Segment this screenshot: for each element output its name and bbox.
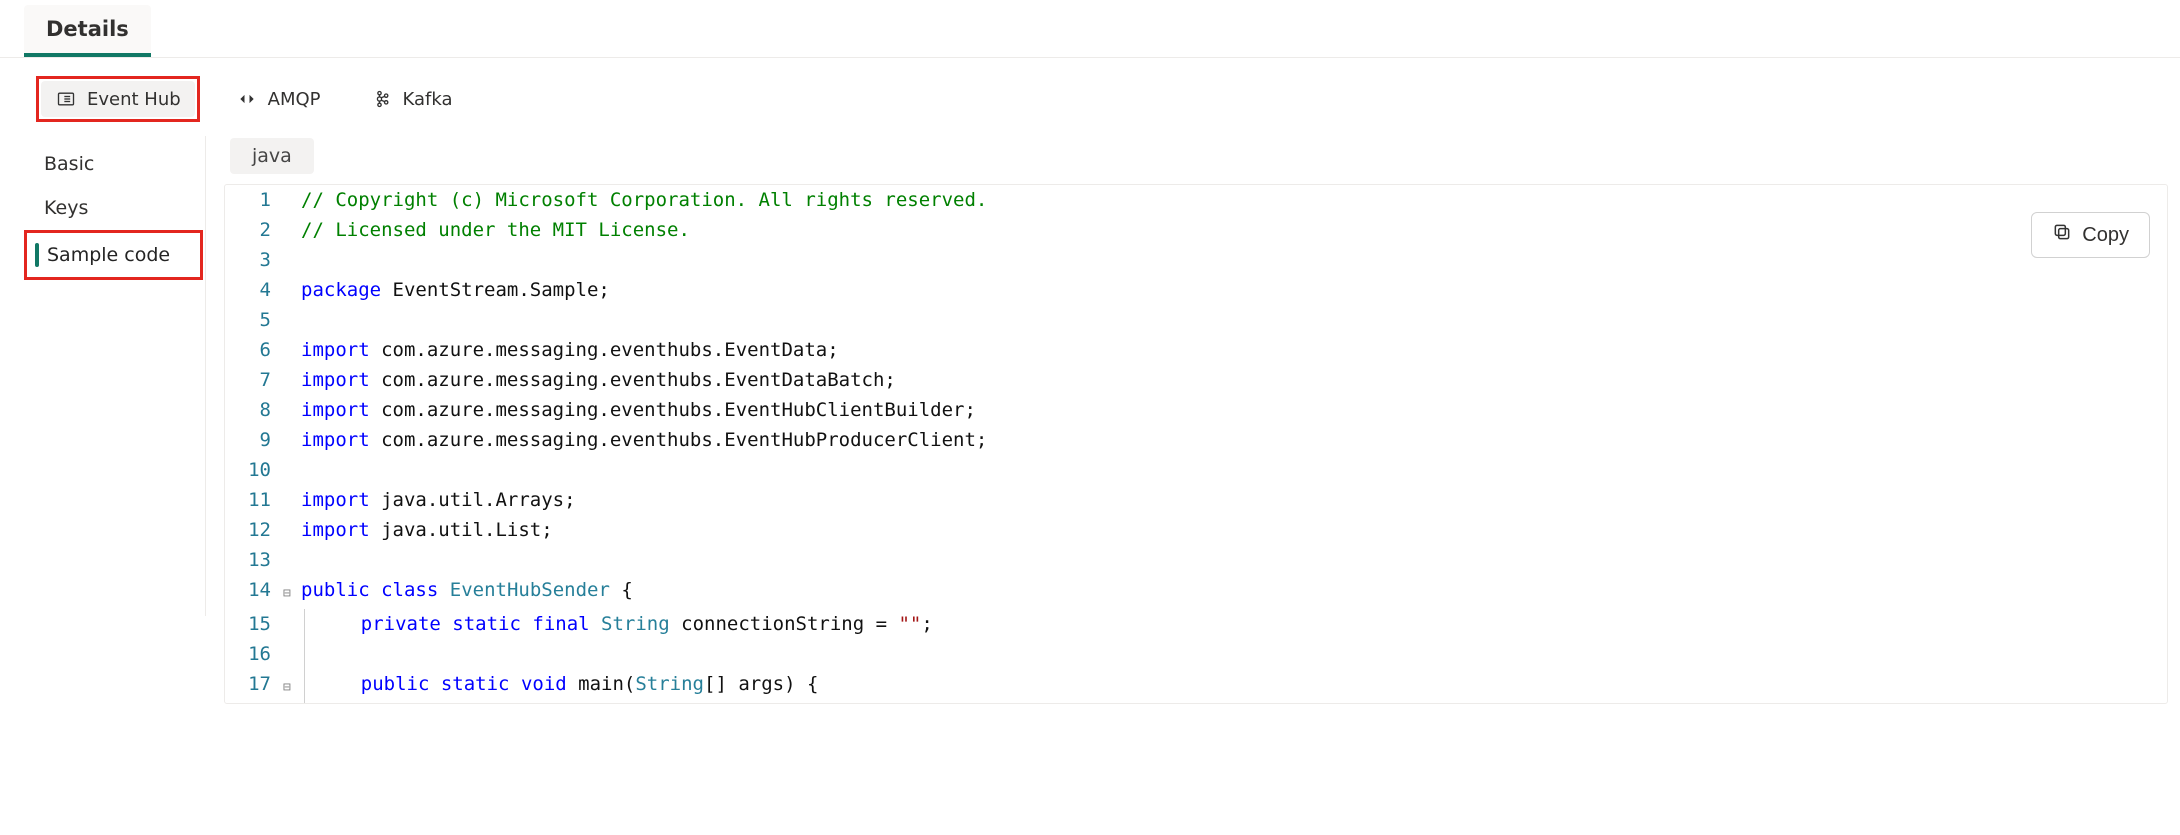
fold-toggle [283,335,301,365]
code-line: 6 import com.azure.messaging.eventhubs.Ev… [225,335,2167,365]
code-editor[interactable]: 1 // Copyright (c) Microsoft Corporation.… [224,184,2168,704]
fold-toggle[interactable]: ⊟ [283,575,301,609]
code-source [301,545,2167,575]
fold-toggle [283,395,301,425]
code-source: package EventStream.Sample; [301,275,2167,305]
sidebar: Basic Keys Sample code [0,136,206,616]
tab-details[interactable]: Details [24,5,151,57]
fold-toggle [283,609,301,639]
line-number: 16 [225,639,283,669]
code-line: 17⊟ public static void main(String[] arg… [225,669,2167,703]
code-line: 10 [225,455,2167,485]
code-source: import com.azure.messaging.eventhubs.Eve… [301,365,2167,395]
code-line: 11 import java.util.Arrays; [225,485,2167,515]
fold-toggle[interactable]: ⊟ [283,669,301,703]
copy-button[interactable]: Copy [2031,212,2150,258]
code-source [301,245,2167,275]
code-source: public static void main(String[] args) { [304,669,2167,703]
code-line: 8 import com.azure.messaging.eventhubs.Ev… [225,395,2167,425]
fold-toggle [283,185,301,215]
code-line: 12 import java.util.List; [225,515,2167,545]
line-number: 13 [225,545,283,575]
code-line: 15 private static final String connectio… [225,609,2167,639]
code-line: 16 [225,639,2167,669]
language-pill[interactable]: java [230,138,314,174]
top-tabbar: Details [0,0,2180,58]
eventhub-icon [55,88,77,110]
fold-toggle [283,305,301,335]
protocol-kafka[interactable]: Kafka [357,81,467,117]
code-line: 14⊟public class EventHubSender { [225,575,2167,609]
fold-toggle [283,365,301,395]
fold-toggle [283,515,301,545]
code-editor-wrap: 1 // Copyright (c) Microsoft Corporation.… [224,184,2168,704]
code-line: 4 package EventStream.Sample; [225,275,2167,305]
code-line: 2 // Licensed under the MIT License. [225,215,2167,245]
line-number: 17 [225,669,283,703]
copy-icon [2052,222,2072,248]
line-number: 14 [225,575,283,609]
protocol-kafka-label: Kafka [403,89,453,110]
code-line: 1 // Copyright (c) Microsoft Corporation.… [225,185,2167,215]
fold-toggle [283,485,301,515]
amqp-icon [236,88,258,110]
line-number: 15 [225,609,283,639]
line-number: 12 [225,515,283,545]
sidebar-item-keys[interactable]: Keys [0,186,205,230]
code-source: private static final String connectionSt… [304,609,2167,639]
code-line: 9 import com.azure.messaging.eventhubs.Ev… [225,425,2167,455]
line-number: 11 [225,485,283,515]
protocol-eventhub-label: Event Hub [87,89,181,110]
code-line: 3 [225,245,2167,275]
code-source: // Licensed under the MIT License. [301,215,2167,245]
highlight-eventhub: Event Hub [36,76,200,122]
protocol-amqp[interactable]: AMQP [222,81,335,117]
fold-toggle [283,545,301,575]
content-body: Basic Keys Sample code java 1 // Copyrigh… [0,136,2180,704]
code-source: import java.util.List; [301,515,2167,545]
sidebar-item-basic[interactable]: Basic [0,142,205,186]
line-number: 2 [225,215,283,245]
code-line: 13 [225,545,2167,575]
protocol-eventhub[interactable]: Event Hub [41,81,195,117]
kafka-icon [371,88,393,110]
fold-toggle [283,455,301,485]
code-source: import com.azure.messaging.eventhubs.Eve… [301,335,2167,365]
fold-toggle [283,215,301,245]
line-number: 4 [225,275,283,305]
code-source [301,455,2167,485]
fold-toggle [283,275,301,305]
sidebar-item-samplecode[interactable]: Sample code [27,233,200,277]
line-number: 8 [225,395,283,425]
fold-toggle [283,639,301,669]
fold-toggle [283,245,301,275]
code-source: public class EventHubSender { [301,575,2167,609]
main-area: java 1 // Copyright (c) Microsoft Corpora… [206,136,2180,704]
line-number: 6 [225,335,283,365]
highlight-samplecode: Sample code [24,230,203,280]
code-line: 7 import com.azure.messaging.eventhubs.Ev… [225,365,2167,395]
code-line: 5 [225,305,2167,335]
line-number: 10 [225,455,283,485]
line-number: 9 [225,425,283,455]
line-number: 7 [225,365,283,395]
fold-toggle [283,425,301,455]
protocol-amqp-label: AMQP [268,89,321,110]
code-source: import java.util.Arrays; [301,485,2167,515]
code-source [304,639,2167,669]
protocol-selector: Event Hub AMQP Kafka [0,58,2180,136]
line-number: 1 [225,185,283,215]
code-source: import com.azure.messaging.eventhubs.Eve… [301,395,2167,425]
code-source: // Copyright (c) Microsoft Corporation. … [301,185,2167,215]
code-source: import com.azure.messaging.eventhubs.Eve… [301,425,2167,455]
copy-button-label: Copy [2082,224,2129,247]
code-source [301,305,2167,335]
line-number: 5 [225,305,283,335]
line-number: 3 [225,245,283,275]
